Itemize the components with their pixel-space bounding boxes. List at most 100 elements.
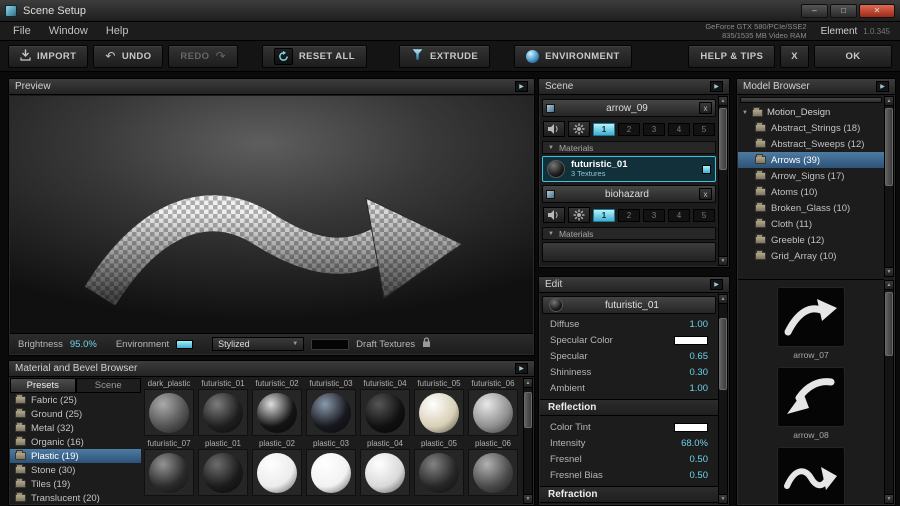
scroll-down-icon[interactable]: ▼ [524, 494, 532, 503]
model-thumbs-scrollbar[interactable]: ▲ ▼ [884, 280, 894, 504]
group-slot-4[interactable]: 4 [668, 208, 690, 222]
tree-item-arrows[interactable]: Arrows (39) [738, 152, 884, 168]
menu-window[interactable]: Window [40, 25, 97, 37]
material-preset[interactable]: futuristic_07 [142, 438, 196, 496]
environment-button[interactable]: ENVIRONMENT [514, 44, 632, 68]
remove-group-button[interactable]: x [699, 188, 712, 200]
scene-expand-icon[interactable]: ▶ [710, 81, 723, 92]
scroll-up-icon[interactable]: ▲ [885, 97, 893, 106]
scroll-up-icon[interactable]: ▲ [885, 281, 893, 290]
group-slot-5[interactable]: 5 [693, 122, 715, 136]
category-tiles[interactable]: Tiles (19) [10, 477, 141, 491]
group-slot-5[interactable]: 5 [693, 208, 715, 222]
material-preset[interactable]: plastic_01 [196, 438, 250, 496]
category-fabric[interactable]: Fabric (25) [10, 393, 141, 407]
material-preset[interactable]: futuristic_05 [412, 378, 466, 436]
model-thumb-arrow07[interactable]: arrow_07 [777, 287, 845, 360]
diffuse-value[interactable]: 1.00 [690, 319, 709, 330]
settings-gear-icon[interactable] [568, 207, 590, 223]
category-plastic[interactable]: Plastic (19) [10, 449, 141, 463]
style-dropdown[interactable]: Stylized ▼ [212, 337, 305, 351]
ambient-value[interactable]: 1.00 [690, 383, 709, 394]
background-color-swatch[interactable] [311, 338, 350, 350]
scene-scrollbar[interactable]: ▲ ▼ [718, 96, 728, 266]
group-slot-2[interactable]: 2 [618, 208, 640, 222]
settings-gear-icon[interactable] [568, 121, 590, 137]
scene-group-biohazard[interactable]: biohazard x [542, 185, 716, 203]
model-tree-scrollbar[interactable]: ▲ ▼ [884, 96, 894, 277]
preview-expand-icon[interactable]: ▶ [515, 81, 528, 92]
tree-item-cloth[interactable]: Cloth (11) [738, 216, 884, 232]
group-slot-2[interactable]: 2 [618, 122, 640, 136]
material-preset[interactable]: plastic_02 [250, 438, 304, 496]
fresnel-value[interactable]: 0.50 [690, 454, 709, 465]
brightness-value[interactable]: 95.0% [70, 339, 97, 350]
material-preset[interactable]: dark_plastic [142, 378, 196, 436]
model-thumb-arrow08[interactable]: arrow_08 [777, 367, 845, 440]
scroll-up-icon[interactable]: ▲ [719, 295, 727, 304]
material-enabled-checkbox[interactable] [702, 164, 711, 174]
scroll-down-icon[interactable]: ▼ [885, 267, 893, 276]
material-preset[interactable]: futuristic_04 [358, 378, 412, 436]
category-translucent[interactable]: Translucent (20) [10, 491, 141, 505]
material-preset[interactable]: futuristic_03 [304, 378, 358, 436]
menu-help[interactable]: Help [97, 25, 138, 37]
specular-value[interactable]: 0.65 [690, 351, 709, 362]
extrude-button[interactable]: EXTRUDE [398, 44, 491, 68]
close-window-button[interactable]: ✕ [859, 3, 895, 18]
materials-section-header[interactable]: ▼ Materials [542, 141, 716, 154]
material-preset[interactable]: plastic_06 [466, 438, 520, 496]
scroll-down-icon[interactable]: ▼ [719, 256, 727, 265]
scroll-up-icon[interactable]: ▲ [524, 379, 532, 388]
category-organic[interactable]: Organic (16) [10, 435, 141, 449]
group-slot-3[interactable]: 3 [643, 208, 665, 222]
undo-button[interactable]: ↶ UNDO [93, 44, 164, 68]
edit-expand-icon[interactable]: ▶ [710, 279, 723, 290]
scene-group-arrow09[interactable]: arrow_09 x [542, 99, 716, 117]
tree-item-broken-glass[interactable]: Broken_Glass (10) [738, 200, 884, 216]
materials-section-header[interactable]: ▼ Materials [542, 227, 716, 240]
material-preset[interactable]: plastic_03 [304, 438, 358, 496]
import-button[interactable]: IMPORT [8, 44, 89, 68]
tab-presets[interactable]: Presets [10, 378, 76, 393]
edit-scrollbar[interactable]: ▲ ▼ [718, 294, 728, 504]
specular-color-swatch[interactable] [674, 335, 708, 345]
visibility-speaker-icon[interactable] [543, 207, 565, 223]
shininess-value[interactable]: 0.30 [690, 367, 709, 378]
model-browser-expand-icon[interactable]: ▶ [876, 81, 889, 92]
group-slot-4[interactable]: 4 [668, 122, 690, 136]
scroll-up-icon[interactable]: ▲ [719, 97, 727, 106]
tree-item-abstract-strings[interactable]: Abstract_Strings (18) [738, 120, 884, 136]
model-thumb-arrow09[interactable]: arrow_09 [777, 447, 845, 504]
scroll-down-icon[interactable]: ▼ [719, 494, 727, 503]
minimize-button[interactable]: – [801, 3, 828, 18]
category-stone[interactable]: Stone (30) [10, 463, 141, 477]
material-preset[interactable]: plastic_05 [412, 438, 466, 496]
cancel-button[interactable]: X [780, 44, 809, 68]
tree-item-atoms[interactable]: Atoms (10) [738, 184, 884, 200]
material-preset[interactable]: plastic_04 [358, 438, 412, 496]
preview-viewport[interactable] [10, 96, 533, 333]
visibility-speaker-icon[interactable] [543, 121, 565, 137]
category-metal[interactable]: Metal (32) [10, 421, 141, 435]
color-tint-swatch[interactable] [674, 422, 708, 432]
menu-file[interactable]: File [4, 25, 40, 37]
group-slot-1[interactable]: 1 [593, 122, 615, 136]
material-preset[interactable]: futuristic_01 [196, 378, 250, 436]
reflection-section-header[interactable]: Reflection [540, 399, 718, 416]
remove-group-button[interactable]: x [699, 102, 712, 114]
ok-button[interactable]: OK [814, 44, 892, 68]
tab-scene[interactable]: Scene [75, 378, 141, 393]
redo-button[interactable]: REDO ↷ [168, 44, 238, 68]
draft-textures-lock-icon[interactable] [422, 337, 431, 351]
group-slot-3[interactable]: 3 [643, 122, 665, 136]
scene-material-futuristic01[interactable]: futuristic_01 3 Textures [542, 156, 716, 182]
fresnel-bias-value[interactable]: 0.50 [690, 470, 709, 481]
tree-item-abstract-sweeps[interactable]: Abstract_Sweeps (12) [738, 136, 884, 152]
group-slot-1[interactable]: 1 [593, 208, 615, 222]
material-preset[interactable]: futuristic_06 [466, 378, 520, 436]
scene-row-partial[interactable] [542, 242, 716, 262]
material-browser-scrollbar[interactable]: ▲ ▼ [523, 378, 533, 504]
tree-item-grid-array[interactable]: Grid_Array (10) [738, 248, 884, 264]
refraction-section-header[interactable]: Refraction [540, 486, 718, 503]
